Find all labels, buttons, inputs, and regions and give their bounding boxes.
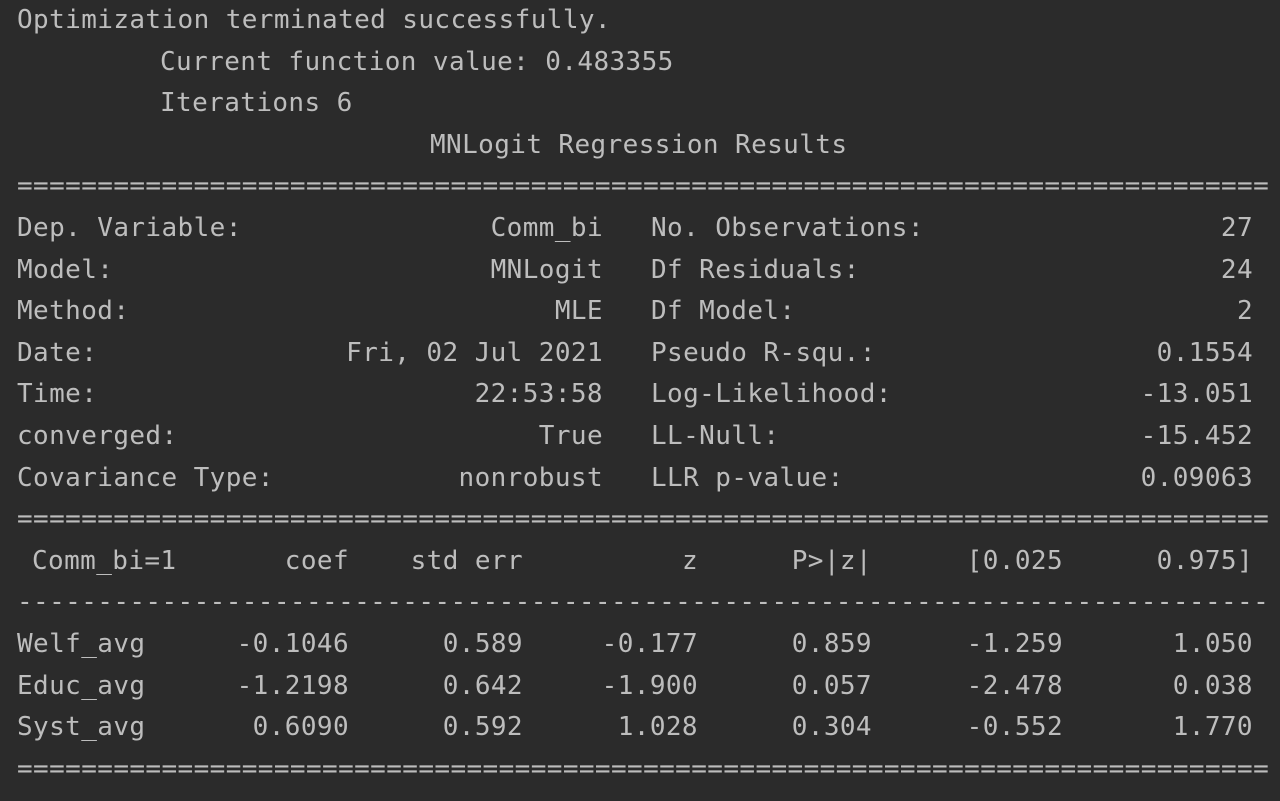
coef-row-pvalue: 0.304 bbox=[791, 712, 872, 743]
summary-row: Time: 22:53:58 Log-Likelihood: -13.051 bbox=[0, 374, 1280, 416]
coef-row-z: -1.900 bbox=[601, 670, 698, 701]
summary-row: Date: Fri, 02 Jul 2021 Pseudo R-squ.: 0.… bbox=[0, 333, 1280, 375]
summary-right-label: LL-Null: bbox=[651, 420, 780, 451]
summary-right-label: LLR p-value: bbox=[651, 462, 844, 493]
coef-header-pvalue: P>|z| bbox=[791, 545, 872, 576]
double-rule: ========================================… bbox=[17, 504, 1270, 535]
coef-row-pvalue: 0.859 bbox=[791, 628, 872, 659]
summary-left-label: Method: bbox=[17, 296, 130, 327]
summary-right-label: Df Residuals: bbox=[651, 254, 860, 285]
coef-row-variable: Syst_avg bbox=[17, 712, 146, 743]
coef-row-coef: -0.1046 bbox=[236, 628, 349, 659]
coef-row-ci-high: 1.050 bbox=[1172, 628, 1253, 659]
coef-table-header: Comm_bi=1 coef std err z P>|z| [0.025 0.… bbox=[0, 541, 1280, 583]
coef-row-z: 1.028 bbox=[617, 712, 698, 743]
summary-right-value: 2 bbox=[1236, 296, 1253, 327]
coef-header-dep: Comm_bi=1 bbox=[32, 545, 177, 576]
table-row: Syst_avg 0.6090 0.592 1.028 0.304 -0.552… bbox=[0, 707, 1280, 749]
double-rule: ========================================… bbox=[17, 753, 1270, 784]
coef-row-coef: -1.2198 bbox=[236, 670, 349, 701]
coef-row-ci-low: -2.478 bbox=[966, 670, 1063, 701]
iterations-line: Iterations 6 bbox=[160, 88, 353, 119]
coef-row-stderr: 0.589 bbox=[442, 628, 523, 659]
coef-row-ci-low: -1.259 bbox=[966, 628, 1063, 659]
double-rule: ========================================… bbox=[17, 171, 1270, 202]
summary-right-value: 27 bbox=[1220, 212, 1253, 243]
coef-row-coef: 0.6090 bbox=[252, 712, 349, 743]
summary-left-value: True bbox=[538, 420, 603, 451]
coef-header-stderr: std err bbox=[410, 545, 523, 576]
summary-left-label: Dep. Variable: bbox=[17, 212, 242, 243]
table-row: Educ_avg -1.2198 0.642 -1.900 0.057 -2.4… bbox=[0, 666, 1280, 708]
summary-left-value: Comm_bi bbox=[490, 212, 603, 243]
console-output: Optimization terminated successfully. Cu… bbox=[0, 0, 1280, 801]
summary-right-label: No. Observations: bbox=[651, 212, 924, 243]
coef-row-variable: Educ_avg bbox=[17, 670, 146, 701]
coef-row-ci-high: 0.038 bbox=[1172, 670, 1253, 701]
coef-row-ci-high: 1.770 bbox=[1172, 712, 1253, 743]
coef-header-ci-low: [0.025 bbox=[966, 545, 1063, 576]
summary-left-value: Fri, 02 Jul 2021 bbox=[346, 337, 603, 368]
summary-left-label: Date: bbox=[17, 337, 98, 368]
results-title: MNLogit Regression Results bbox=[430, 129, 848, 160]
summary-left-label: Time: bbox=[17, 379, 98, 410]
coef-row-ci-low: -0.552 bbox=[966, 712, 1063, 743]
summary-right-value: 0.09063 bbox=[1140, 462, 1253, 493]
coef-header-z: z bbox=[681, 545, 698, 576]
summary-left-value: MNLogit bbox=[490, 254, 603, 285]
summary-right-value: 24 bbox=[1220, 254, 1253, 285]
summary-row: Dep. Variable: Comm_bi No. Observations:… bbox=[0, 208, 1280, 250]
summary-right-value: 0.1554 bbox=[1156, 337, 1253, 368]
summary-left-label: Model: bbox=[17, 254, 114, 285]
coef-row-stderr: 0.642 bbox=[442, 670, 523, 701]
summary-right-label: Df Model: bbox=[651, 296, 796, 327]
coef-header-ci-high: 0.975] bbox=[1156, 545, 1253, 576]
single-rule: ----------------------------------------… bbox=[17, 587, 1270, 618]
summary-row: Model: MNLogit Df Residuals: 24 bbox=[0, 250, 1280, 292]
coef-row-stderr: 0.592 bbox=[442, 712, 523, 743]
table-row: Welf_avg -0.1046 0.589 -0.177 0.859 -1.2… bbox=[0, 624, 1280, 666]
coef-row-z: -0.177 bbox=[601, 628, 698, 659]
summary-row: converged: True LL-Null: -15.452 bbox=[0, 416, 1280, 458]
status-line: Optimization terminated successfully. bbox=[17, 5, 611, 35]
summary-row: Covariance Type: nonrobust LLR p-value: … bbox=[0, 458, 1280, 500]
function-value-line: Current function value: 0.483355 bbox=[160, 46, 674, 77]
summary-left-label: Covariance Type: bbox=[17, 462, 274, 493]
summary-right-value: -13.051 bbox=[1140, 379, 1253, 410]
summary-left-value: 22:53:58 bbox=[474, 379, 603, 410]
coef-row-pvalue: 0.057 bbox=[791, 670, 872, 701]
summary-left-value: nonrobust bbox=[458, 462, 603, 493]
summary-left-value: MLE bbox=[554, 296, 603, 327]
summary-right-label: Pseudo R-squ.: bbox=[651, 337, 876, 368]
summary-right-value: -15.452 bbox=[1140, 420, 1253, 451]
summary-left-label: converged: bbox=[17, 420, 178, 451]
coef-header-coef: coef bbox=[284, 545, 349, 576]
coef-row-variable: Welf_avg bbox=[17, 628, 146, 659]
summary-right-label: Log-Likelihood: bbox=[651, 379, 892, 410]
summary-row: Method: MLE Df Model: 2 bbox=[0, 291, 1280, 333]
